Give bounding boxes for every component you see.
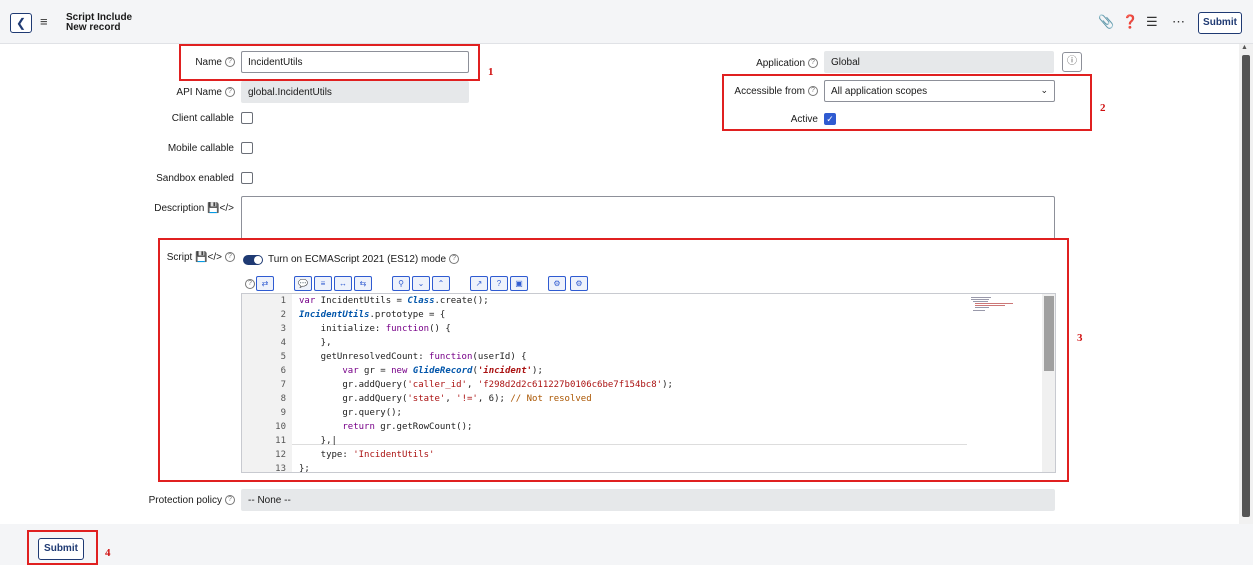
save-icon[interactable]: 💾: [207, 203, 219, 214]
annotation-number: 4: [105, 547, 111, 559]
annotation-number: 3: [1077, 332, 1083, 344]
code-icon[interactable]: </>: [220, 203, 234, 214]
annotation-box-name: [179, 44, 480, 81]
annotation-box-script: [158, 238, 1069, 482]
description-label: Description 💾</>: [154, 203, 234, 214]
form-footer: [0, 524, 1253, 565]
client-callable-label: Client callable: [171, 113, 234, 124]
hamburger-menu-icon[interactable]: ≡: [40, 14, 48, 29]
annotation-number: 2: [1100, 102, 1106, 114]
mobile-callable-checkbox[interactable]: [241, 142, 253, 154]
annotation-box-submit: [27, 530, 98, 565]
help-icon[interactable]: ?: [225, 87, 235, 98]
chevron-left-icon: ❮: [15, 16, 27, 30]
info-icon[interactable]: ⓘ: [1062, 52, 1082, 72]
application-field: Global: [824, 51, 1054, 73]
help-icon[interactable]: ?: [225, 495, 235, 506]
annotation-box-access: [722, 74, 1092, 131]
more-options-icon[interactable]: ⋯: [1172, 14, 1185, 30]
protection-policy-label: Protection policy?: [100, 495, 235, 506]
back-button[interactable]: ❮: [10, 13, 32, 33]
client-callable-checkbox[interactable]: [241, 112, 253, 124]
scroll-up-arrow-icon[interactable]: ▲: [1241, 44, 1248, 51]
page-scrollbar-thumb[interactable]: [1242, 55, 1250, 517]
api-name-field: global.IncidentUtils: [241, 81, 469, 103]
page-subtitle: New record: [66, 22, 121, 33]
sandbox-enabled-checkbox[interactable]: [241, 172, 253, 184]
form-header: ❮ ≡ Script Include New record 📎 ❓ ☰ ⋯ Su…: [0, 0, 1253, 44]
paperclip-icon[interactable]: 📎: [1098, 14, 1114, 30]
api-name-label: API Name?: [120, 87, 235, 98]
annotation-number: 1: [488, 66, 494, 78]
sandbox-enabled-label: Sandbox enabled: [156, 173, 234, 184]
help-circle-icon[interactable]: ❓: [1122, 14, 1138, 30]
mobile-callable-label: Mobile callable: [167, 143, 234, 154]
help-icon[interactable]: ?: [808, 58, 818, 69]
description-field[interactable]: [241, 196, 1055, 240]
application-label: Application?: [690, 58, 818, 69]
header-submit-button[interactable]: Submit: [1198, 12, 1242, 34]
settings-sliders-icon[interactable]: ☰: [1146, 14, 1158, 30]
protection-policy-select[interactable]: -- None --: [241, 489, 1055, 511]
